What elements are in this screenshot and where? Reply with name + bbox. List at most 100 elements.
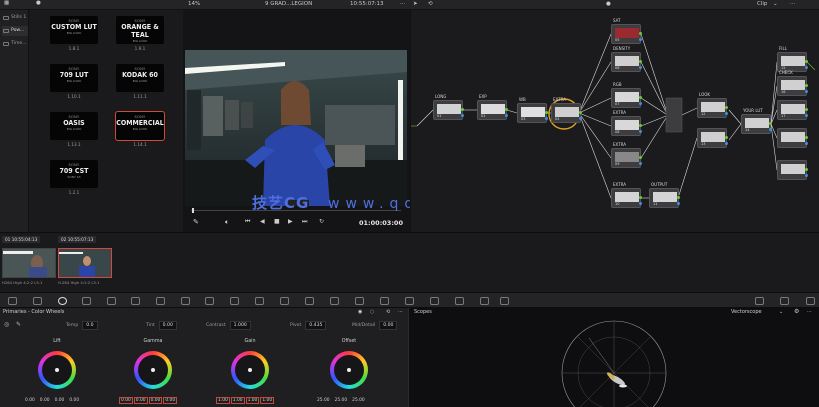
output-port[interactable] xyxy=(725,136,728,139)
key-port[interactable] xyxy=(545,117,548,120)
grade-node[interactable]: 02 xyxy=(477,100,508,120)
param-field[interactable]: Pivot 0.435 xyxy=(290,321,327,330)
wheel-value[interactable]: 25.00 xyxy=(334,398,349,403)
wheel-value[interactable]: 1.00 xyxy=(216,397,230,404)
wheel-value[interactable]: 1.00 xyxy=(260,397,275,404)
wheel-center-dot[interactable] xyxy=(248,368,252,372)
key-port[interactable] xyxy=(805,90,808,93)
auto-balance-icon[interactable]: ◎ xyxy=(4,321,9,328)
dot-icon[interactable]: ● xyxy=(36,0,41,6)
key-port[interactable] xyxy=(725,142,728,145)
wheel-value[interactable]: 0.00 xyxy=(163,397,178,404)
more-icon[interactable]: ⋯ xyxy=(398,309,403,315)
tool-icon[interactable] xyxy=(131,297,140,305)
output-port[interactable] xyxy=(579,111,582,114)
grade-node[interactable]: 13 xyxy=(697,128,728,148)
tool-icon[interactable] xyxy=(33,297,42,305)
nav-stills[interactable]: Stills 1 xyxy=(2,13,28,23)
more-icon[interactable]: ⋯ xyxy=(400,1,406,7)
chevron-down-icon[interactable]: ⌄ xyxy=(779,309,783,315)
tool-icon[interactable] xyxy=(380,297,389,305)
nav-powergrade[interactable]: Pow... xyxy=(2,26,28,36)
key-port[interactable] xyxy=(639,162,642,165)
tool-icon[interactable] xyxy=(181,297,190,305)
radio-icon[interactable]: ◉ xyxy=(358,309,362,315)
wheel-value[interactable]: 0.00 xyxy=(39,398,51,403)
output-port[interactable] xyxy=(725,106,728,109)
output-port[interactable] xyxy=(639,96,642,99)
key-port[interactable] xyxy=(579,117,582,120)
output-port[interactable] xyxy=(505,108,508,111)
output-port[interactable] xyxy=(677,196,680,199)
speaker-icon[interactable]: 🔈︎ xyxy=(225,218,229,227)
grade-node[interactable]: 01 xyxy=(433,100,464,120)
output-port[interactable] xyxy=(805,168,808,171)
param-field[interactable]: Temp 0.0 xyxy=(66,321,98,330)
loop-icon[interactable]: ↻ xyxy=(319,218,324,225)
grade-node[interactable]: 12 xyxy=(697,98,728,118)
lut-thumbnail[interactable]: SONY ORANGE & TEAL BIG LOOK xyxy=(116,16,164,44)
tool-icon[interactable] xyxy=(755,297,764,305)
tool-icon[interactable] xyxy=(330,297,339,305)
color-wheel[interactable] xyxy=(134,351,172,389)
grade-node[interactable]: 14 xyxy=(741,114,772,134)
key-port[interactable] xyxy=(639,102,642,105)
wheel-value[interactable]: 1.00 xyxy=(245,397,260,404)
tool-icon[interactable] xyxy=(455,297,464,305)
tool-icon[interactable] xyxy=(205,297,214,305)
refresh-icon[interactable]: ⟲ xyxy=(428,1,433,7)
pen-icon[interactable]: ✎ xyxy=(193,218,199,226)
skip-back-icon[interactable]: ⏮︎ xyxy=(245,218,250,226)
param-value[interactable]: 0.00 xyxy=(379,321,398,330)
key-port[interactable] xyxy=(805,174,808,177)
grid-icon[interactable]: ▦ xyxy=(4,0,9,6)
tool-icon[interactable] xyxy=(480,297,489,305)
clip-thumbnail[interactable] xyxy=(2,248,56,278)
tool-icon[interactable] xyxy=(280,297,289,305)
play-reverse-icon[interactable]: ◀ xyxy=(260,218,265,225)
viewer-frame[interactable] xyxy=(185,50,407,206)
lut-thumbnail[interactable]: SONY 709 CST SONY S3 xyxy=(50,160,98,188)
grade-node[interactable]: 06 xyxy=(611,52,642,72)
clip-thumbnail-selected[interactable] xyxy=(58,248,112,278)
grade-node[interactable] xyxy=(777,160,808,180)
tool-icon[interactable] xyxy=(107,297,116,305)
key-port[interactable] xyxy=(461,114,464,117)
clip-label[interactable]: Clip xyxy=(757,1,767,7)
grade-node[interactable]: 04 xyxy=(551,103,582,123)
more-icon[interactable]: ⋯ xyxy=(807,309,812,315)
chevron-down-icon[interactable]: ⌄ xyxy=(773,1,778,7)
key-port[interactable] xyxy=(677,202,680,205)
grade-node[interactable]: 11 xyxy=(649,188,680,208)
wheel-value[interactable]: 25.00 xyxy=(351,398,366,403)
tool-icon[interactable] xyxy=(156,297,165,305)
key-port[interactable] xyxy=(805,66,808,69)
key-port[interactable] xyxy=(639,130,642,133)
lut-thumbnail[interactable]: SONY CUSTOM LUT BIG LOOK xyxy=(50,16,98,44)
output-port[interactable] xyxy=(805,108,808,111)
tool-icon[interactable] xyxy=(305,297,314,305)
color-wheel[interactable] xyxy=(330,351,368,389)
scope-mode-select[interactable]: Vectorscope xyxy=(731,309,762,315)
wheel-value[interactable]: 25.00 xyxy=(316,398,331,403)
tool-icon[interactable] xyxy=(355,297,364,305)
key-port[interactable] xyxy=(639,202,642,205)
zoom-level[interactable]: 14% xyxy=(188,1,200,7)
key-port[interactable] xyxy=(805,114,808,117)
color-wheel[interactable] xyxy=(231,351,269,389)
key-port[interactable] xyxy=(639,66,642,69)
tool-icon[interactable] xyxy=(230,297,239,305)
output-port[interactable] xyxy=(639,196,642,199)
grade-node[interactable]: 08 xyxy=(611,116,642,136)
tool-icon[interactable] xyxy=(255,297,264,305)
lut-thumbnail[interactable]: SONY KODAK 60 BIG LOOK xyxy=(116,64,164,92)
key-port[interactable] xyxy=(505,114,508,117)
wheel-center-dot[interactable] xyxy=(347,368,351,372)
tool-icon[interactable] xyxy=(58,297,67,305)
nav-timeline[interactable]: Time... xyxy=(2,39,28,49)
reset-icon[interactable]: ⟲ xyxy=(386,309,390,315)
key-port[interactable] xyxy=(805,142,808,145)
pointer-icon[interactable]: ➤ xyxy=(413,1,418,7)
output-port[interactable] xyxy=(805,136,808,139)
grade-node[interactable] xyxy=(777,128,808,148)
